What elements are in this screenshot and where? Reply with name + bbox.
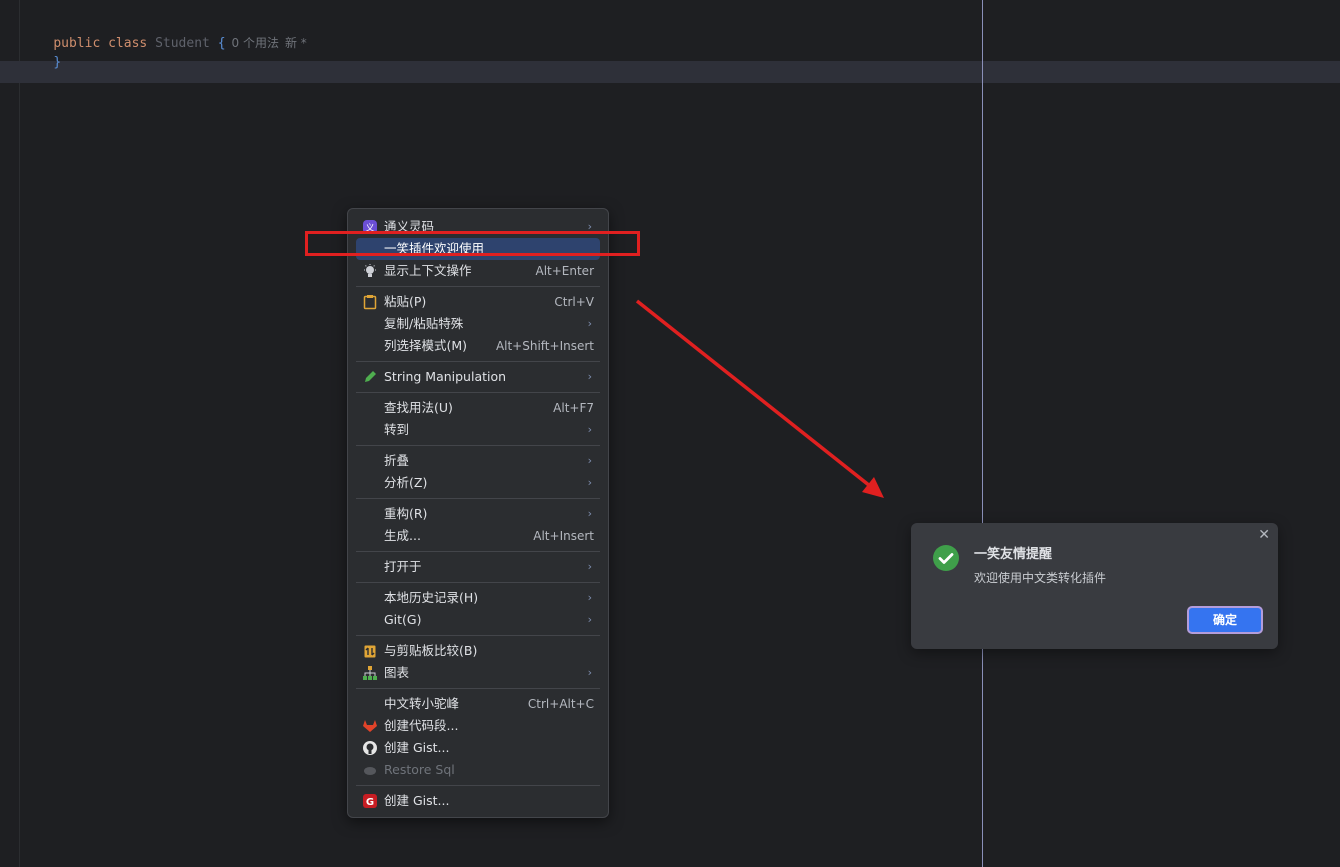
close-icon[interactable]: ✕ [1258,527,1270,543]
success-check-icon [933,545,959,571]
notification-balloon: 一笑友情提醒 欢迎使用中文类转化插件 ✕ 确定 [911,523,1278,649]
confirm-button[interactable]: 确定 [1187,606,1263,634]
notification-message: 欢迎使用中文类转化插件 [974,571,1107,585]
annotation-arrow [635,299,884,498]
notification-title: 一笑友情提醒 [974,547,1053,562]
